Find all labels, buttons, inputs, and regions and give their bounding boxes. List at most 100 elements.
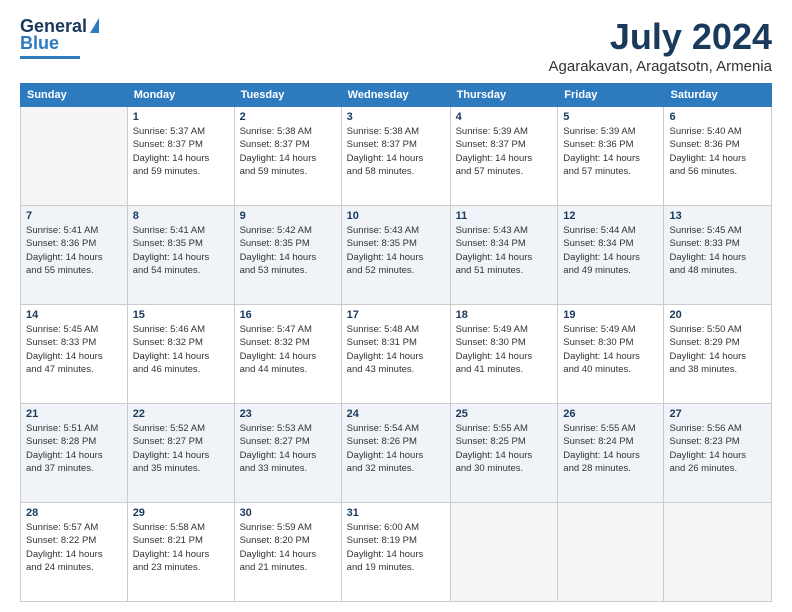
day-number: 26 (563, 408, 658, 420)
table-row (664, 503, 772, 602)
day-info: Sunrise: 5:49 AM Sunset: 8:30 PM Dayligh… (563, 323, 658, 376)
day-number: 21 (26, 408, 122, 420)
day-info: Sunrise: 5:48 AM Sunset: 8:31 PM Dayligh… (347, 323, 445, 376)
page: General Blue July 2024 Agarakavan, Araga… (0, 0, 792, 612)
table-row: 27 Sunrise: 5:56 AM Sunset: 8:23 PM Dayli… (664, 404, 772, 503)
day-number: 3 (347, 111, 445, 123)
day-info: Sunrise: 5:55 AM Sunset: 8:25 PM Dayligh… (456, 422, 553, 475)
col-wednesday: Wednesday (341, 84, 450, 107)
table-row: 16 Sunrise: 5:47 AM Sunset: 8:32 PM Dayli… (234, 305, 341, 404)
table-row: 5 Sunrise: 5:39 AM Sunset: 8:36 PM Daylig… (558, 107, 664, 206)
day-number: 17 (347, 309, 445, 321)
table-row: 2 Sunrise: 5:38 AM Sunset: 8:37 PM Daylig… (234, 107, 341, 206)
day-info: Sunrise: 5:44 AM Sunset: 8:34 PM Dayligh… (563, 224, 658, 277)
day-info: Sunrise: 5:52 AM Sunset: 8:27 PM Dayligh… (133, 422, 229, 475)
table-row: 7 Sunrise: 5:41 AM Sunset: 8:36 PM Daylig… (21, 206, 128, 305)
logo-triangle-icon (90, 18, 99, 33)
day-number: 15 (133, 309, 229, 321)
col-saturday: Saturday (664, 84, 772, 107)
day-info: Sunrise: 5:53 AM Sunset: 8:27 PM Dayligh… (240, 422, 336, 475)
table-row: 13Sunrise: 5:45 AM Sunset: 8:33 PM Dayli… (664, 206, 772, 305)
day-info: Sunrise: 5:38 AM Sunset: 8:37 PM Dayligh… (240, 125, 336, 178)
table-row: 25 Sunrise: 5:55 AM Sunset: 8:25 PM Dayli… (450, 404, 558, 503)
table-row: 26 Sunrise: 5:55 AM Sunset: 8:24 PM Dayli… (558, 404, 664, 503)
day-info: Sunrise: 5:38 AM Sunset: 8:37 PM Dayligh… (347, 125, 445, 178)
day-info: Sunrise: 5:54 AM Sunset: 8:26 PM Dayligh… (347, 422, 445, 475)
day-info: Sunrise: 5:56 AM Sunset: 8:23 PM Dayligh… (669, 422, 766, 475)
calendar-week-row: 28 Sunrise: 5:57 AM Sunset: 8:22 PM Dayli… (21, 503, 772, 602)
calendar-week-row: 7 Sunrise: 5:41 AM Sunset: 8:36 PM Daylig… (21, 206, 772, 305)
table-row: 4Sunrise: 5:39 AM Sunset: 8:37 PM Daylig… (450, 107, 558, 206)
day-info: Sunrise: 5:45 AM Sunset: 8:33 PM Dayligh… (669, 224, 766, 277)
day-number: 16 (240, 309, 336, 321)
main-title: July 2024 (549, 16, 772, 58)
table-row (450, 503, 558, 602)
day-info: Sunrise: 5:46 AM Sunset: 8:32 PM Dayligh… (133, 323, 229, 376)
table-row: 1 Sunrise: 5:37 AM Sunset: 8:37 PM Daylig… (127, 107, 234, 206)
logo-underline (20, 56, 80, 59)
calendar-week-row: 1 Sunrise: 5:37 AM Sunset: 8:37 PM Daylig… (21, 107, 772, 206)
table-row: 6Sunrise: 5:40 AM Sunset: 8:36 PM Daylig… (664, 107, 772, 206)
calendar-week-row: 14 Sunrise: 5:45 AM Sunset: 8:33 PM Dayli… (21, 305, 772, 404)
day-info: Sunrise: 5:58 AM Sunset: 8:21 PM Dayligh… (133, 521, 229, 574)
table-row: 21 Sunrise: 5:51 AM Sunset: 8:28 PM Dayli… (21, 404, 128, 503)
table-row: 8Sunrise: 5:41 AM Sunset: 8:35 PM Daylig… (127, 206, 234, 305)
day-number: 29 (133, 507, 229, 519)
day-info: Sunrise: 5:57 AM Sunset: 8:22 PM Dayligh… (26, 521, 122, 574)
table-row: 15 Sunrise: 5:46 AM Sunset: 8:32 PM Dayli… (127, 305, 234, 404)
day-number: 1 (133, 111, 229, 123)
day-number: 5 (563, 111, 658, 123)
day-number: 28 (26, 507, 122, 519)
table-row (21, 107, 128, 206)
day-info: Sunrise: 5:51 AM Sunset: 8:28 PM Dayligh… (26, 422, 122, 475)
day-number: 22 (133, 408, 229, 420)
table-row: 24 Sunrise: 5:54 AM Sunset: 8:26 PM Dayli… (341, 404, 450, 503)
day-number: 27 (669, 408, 766, 420)
day-info: Sunrise: 5:47 AM Sunset: 8:32 PM Dayligh… (240, 323, 336, 376)
table-row: 10 Sunrise: 5:43 AM Sunset: 8:35 PM Dayli… (341, 206, 450, 305)
day-info: Sunrise: 5:50 AM Sunset: 8:29 PM Dayligh… (669, 323, 766, 376)
day-info: Sunrise: 5:37 AM Sunset: 8:37 PM Dayligh… (133, 125, 229, 178)
day-number: 10 (347, 210, 445, 222)
day-number: 14 (26, 309, 122, 321)
day-number: 11 (456, 210, 553, 222)
subtitle: Agarakavan, Aragatsotn, Armenia (549, 58, 772, 75)
table-row: 19 Sunrise: 5:49 AM Sunset: 8:30 PM Dayli… (558, 305, 664, 404)
day-info: Sunrise: 5:43 AM Sunset: 8:35 PM Dayligh… (347, 224, 445, 277)
table-row: 11 Sunrise: 5:43 AM Sunset: 8:34 PM Dayli… (450, 206, 558, 305)
day-info: Sunrise: 5:43 AM Sunset: 8:34 PM Dayligh… (456, 224, 553, 277)
day-number: 25 (456, 408, 553, 420)
table-row: 30Sunrise: 5:59 AM Sunset: 8:20 PM Dayli… (234, 503, 341, 602)
day-info: Sunrise: 5:41 AM Sunset: 8:36 PM Dayligh… (26, 224, 122, 277)
logo: General Blue (20, 16, 99, 59)
calendar-header-row: Sunday Monday Tuesday Wednesday Thursday… (21, 84, 772, 107)
table-row: 28 Sunrise: 5:57 AM Sunset: 8:22 PM Dayli… (21, 503, 128, 602)
table-row: 29 Sunrise: 5:58 AM Sunset: 8:21 PM Dayli… (127, 503, 234, 602)
logo-blue-text: Blue (20, 33, 59, 54)
day-number: 7 (26, 210, 122, 222)
table-row: 23 Sunrise: 5:53 AM Sunset: 8:27 PM Dayli… (234, 404, 341, 503)
day-info: Sunrise: 5:45 AM Sunset: 8:33 PM Dayligh… (26, 323, 122, 376)
header: General Blue July 2024 Agarakavan, Araga… (20, 16, 772, 75)
day-info: Sunrise: 6:00 AM Sunset: 8:19 PM Dayligh… (347, 521, 445, 574)
table-row: 18 Sunrise: 5:49 AM Sunset: 8:30 PM Dayli… (450, 305, 558, 404)
col-monday: Monday (127, 84, 234, 107)
day-info: Sunrise: 5:49 AM Sunset: 8:30 PM Dayligh… (456, 323, 553, 376)
day-number: 2 (240, 111, 336, 123)
calendar-table: Sunday Monday Tuesday Wednesday Thursday… (20, 83, 772, 602)
day-info: Sunrise: 5:39 AM Sunset: 8:36 PM Dayligh… (563, 125, 658, 178)
title-area: July 2024 Agarakavan, Aragatsotn, Armeni… (549, 16, 772, 75)
day-number: 19 (563, 309, 658, 321)
day-info: Sunrise: 5:39 AM Sunset: 8:37 PM Dayligh… (456, 125, 553, 178)
day-number: 24 (347, 408, 445, 420)
calendar-week-row: 21 Sunrise: 5:51 AM Sunset: 8:28 PM Dayli… (21, 404, 772, 503)
table-row: 31Sunrise: 6:00 AM Sunset: 8:19 PM Dayli… (341, 503, 450, 602)
table-row: 22 Sunrise: 5:52 AM Sunset: 8:27 PM Dayli… (127, 404, 234, 503)
day-number: 30 (240, 507, 336, 519)
day-info: Sunrise: 5:41 AM Sunset: 8:35 PM Dayligh… (133, 224, 229, 277)
day-number: 18 (456, 309, 553, 321)
table-row: 9Sunrise: 5:42 AM Sunset: 8:35 PM Daylig… (234, 206, 341, 305)
day-number: 23 (240, 408, 336, 420)
day-number: 6 (669, 111, 766, 123)
day-info: Sunrise: 5:55 AM Sunset: 8:24 PM Dayligh… (563, 422, 658, 475)
